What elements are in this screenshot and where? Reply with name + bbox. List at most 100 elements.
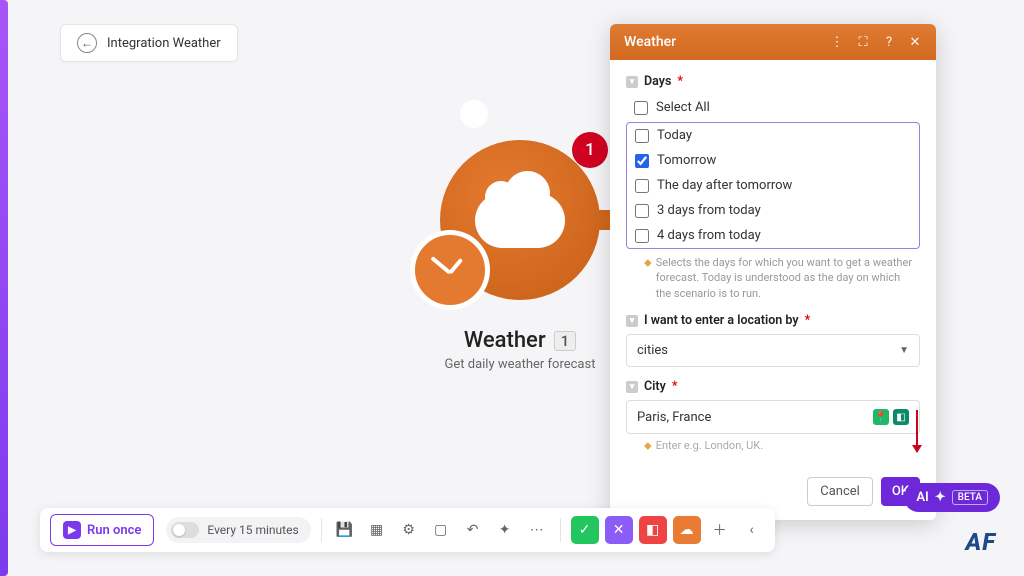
left-accent-bar	[0, 0, 8, 576]
clock-icon[interactable]	[410, 230, 490, 310]
panel-body: ▾ Days * Select All Today Tomorrow	[610, 60, 936, 477]
day-option-label: The day after tomorrow	[657, 178, 792, 193]
notes-icon[interactable]: ▢	[428, 517, 454, 543]
sparkle-icon: ✦	[935, 490, 946, 505]
field-city: ▾ City * Paris, France 📍 ◧ ⬥ Enter e.g. …	[626, 379, 920, 453]
day-option[interactable]: 3 days from today	[627, 198, 919, 223]
collapse-toolbar-icon[interactable]: ‹	[739, 517, 765, 543]
schedule-label: Every 15 minutes	[207, 523, 298, 537]
day-checkbox[interactable]	[635, 229, 649, 243]
day-checkbox[interactable]	[635, 154, 649, 168]
city-value: Paris, France	[637, 410, 711, 425]
days-hint: ⬥ Selects the days for which you want to…	[626, 249, 920, 301]
select-all-checkbox[interactable]	[634, 101, 648, 115]
node-badge: 1	[572, 132, 608, 168]
play-icon: ▶	[63, 521, 81, 539]
node-icon-circle[interactable]: 1	[440, 140, 600, 300]
bulb-icon: ⬥	[644, 255, 652, 301]
undo-icon[interactable]: ↶	[460, 517, 486, 543]
module-green-icon[interactable]: ✓	[571, 516, 599, 544]
day-option-label: 4 days from today	[657, 228, 761, 243]
ai-label: AI	[916, 490, 928, 505]
location-pin-icon[interactable]: 📍	[873, 409, 889, 425]
annotation-arrow	[916, 410, 918, 452]
magic-icon[interactable]: ✦	[492, 517, 518, 543]
breadcrumb[interactable]: ← Integration Weather	[60, 24, 238, 62]
days-hint-text: Selects the days for which you want to g…	[656, 255, 918, 301]
select-all-label: Select All	[656, 100, 710, 115]
city-label: City	[644, 379, 666, 394]
day-checkbox[interactable]	[635, 204, 649, 218]
more-icon[interactable]: ⋮	[830, 35, 844, 49]
cloud-icon	[475, 193, 565, 248]
back-arrow-icon[interactable]: ←	[77, 33, 97, 53]
location-by-value: cities	[637, 343, 668, 358]
cancel-button[interactable]: Cancel	[807, 477, 873, 506]
settings-icon[interactable]: ⚙	[396, 517, 422, 543]
schedule-pill[interactable]: Every 15 minutes	[166, 517, 310, 543]
city-input-tags: 📍 ◧	[873, 409, 909, 425]
city-input[interactable]: Paris, France 📍 ◧	[626, 400, 920, 434]
collapse-icon[interactable]: ▾	[626, 76, 638, 88]
run-label: Run once	[87, 523, 141, 538]
sun-icon	[460, 100, 488, 128]
day-option[interactable]: 4 days from today	[627, 223, 919, 248]
location-by-select[interactable]: cities ▼	[626, 334, 920, 367]
chevron-down-icon: ▼	[899, 345, 909, 356]
day-option[interactable]: Today	[627, 123, 919, 148]
select-all-row[interactable]: Select All	[626, 95, 920, 120]
add-module-icon[interactable]: ＋	[707, 517, 733, 543]
config-panel: Weather ⋮ ⛶ ? ✕ ▾ Days * Select All Toda…	[610, 24, 936, 520]
panel-header: Weather ⋮ ⛶ ? ✕	[610, 24, 936, 60]
af-logo: AF	[966, 528, 997, 556]
close-icon[interactable]: ✕	[908, 35, 922, 49]
layout-icon[interactable]: ▦	[364, 517, 390, 543]
module-tools-icon[interactable]: ✕	[605, 516, 633, 544]
help-icon[interactable]: ?	[882, 35, 896, 49]
location-by-label-row: ▾ I want to enter a location by *	[626, 313, 920, 328]
days-label-row: ▾ Days *	[626, 74, 920, 89]
days-options-group: Today Tomorrow The day after tomorrow 3 …	[626, 122, 920, 249]
toolbar-divider	[560, 518, 561, 542]
city-hint: ⬥ Enter e.g. London, UK.	[626, 434, 920, 453]
more-icon[interactable]: ⋯	[524, 517, 550, 543]
save-icon[interactable]: 💾	[332, 517, 358, 543]
toolbar-divider	[321, 518, 322, 542]
collapse-icon[interactable]: ▾	[626, 315, 638, 327]
beta-badge: BETA	[952, 490, 988, 505]
ai-assist-button[interactable]: AI ✦ BETA	[904, 483, 1000, 512]
city-label-row: ▾ City *	[626, 379, 920, 394]
bottom-toolbar: ▶ Run once Every 15 minutes 💾 ▦ ⚙ ▢ ↶ ✦ …	[40, 508, 775, 552]
required-mark: *	[677, 74, 683, 89]
location-by-label: I want to enter a location by	[644, 313, 799, 328]
day-option-label: Today	[657, 128, 692, 143]
node-count: 1	[554, 331, 577, 351]
day-option-label: Tomorrow	[657, 153, 716, 168]
field-location-by: ▾ I want to enter a location by * cities…	[626, 313, 920, 367]
panel-header-actions: ⋮ ⛶ ? ✕	[830, 35, 922, 49]
schedule-toggle[interactable]	[171, 522, 199, 538]
module-red-icon[interactable]: ◧	[639, 516, 667, 544]
day-option-label: 3 days from today	[657, 203, 761, 218]
bulb-icon: ⬥	[644, 439, 652, 453]
module-weather-icon[interactable]: ☁	[673, 516, 701, 544]
days-label: Days	[644, 74, 671, 89]
breadcrumb-label: Integration Weather	[107, 36, 221, 51]
field-days: ▾ Days * Select All Today Tomorrow	[626, 74, 920, 301]
day-checkbox[interactable]	[635, 179, 649, 193]
required-mark: *	[672, 379, 678, 394]
expand-icon[interactable]: ⛶	[856, 35, 870, 49]
node-title-row: Weather 1	[440, 328, 600, 353]
collapse-icon[interactable]: ▾	[626, 381, 638, 393]
required-mark: *	[805, 313, 811, 328]
panel-title: Weather	[624, 34, 676, 50]
day-option[interactable]: The day after tomorrow	[627, 173, 919, 198]
city-hint-text: Enter e.g. London, UK.	[656, 439, 763, 453]
run-once-button[interactable]: ▶ Run once	[50, 514, 154, 546]
node-subtitle: Get daily weather forecast	[440, 357, 600, 372]
scenario-node[interactable]: 1 Weather 1 Get daily weather forecast	[440, 140, 600, 372]
day-checkbox[interactable]	[635, 129, 649, 143]
data-source-icon[interactable]: ◧	[893, 409, 909, 425]
node-title: Weather	[464, 328, 546, 353]
day-option[interactable]: Tomorrow	[627, 148, 919, 173]
